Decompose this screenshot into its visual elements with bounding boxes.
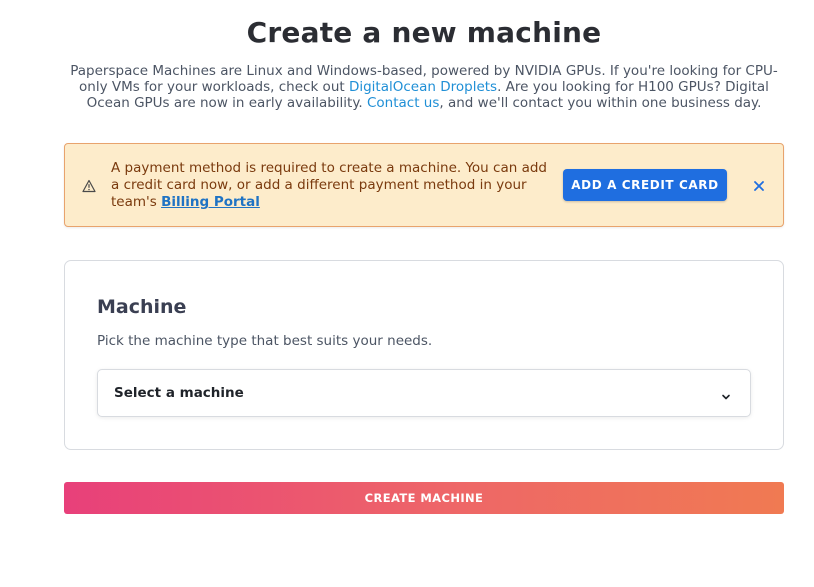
machine-section-subtitle: Pick the machine type that best suits yo… (97, 333, 433, 349)
add-credit-card-button[interactable]: ADD A CREDIT CARD (563, 169, 727, 201)
contact-us-link[interactable]: Contact us (367, 95, 439, 111)
digitalocean-droplets-link[interactable]: DigitalOcean Droplets (349, 79, 497, 95)
page-title: Create a new machine (246, 16, 602, 49)
close-icon[interactable] (751, 178, 767, 194)
payment-warning-alert: A payment method is required to create a… (64, 143, 784, 227)
machine-select-value: Select a machine (114, 385, 244, 401)
billing-portal-link[interactable]: Billing Portal (161, 194, 260, 210)
machine-card: Machine Pick the machine type that best … (64, 260, 784, 450)
chevron-down-icon (720, 388, 732, 400)
alert-message: A payment method is required to create a… (111, 160, 551, 211)
create-machine-button[interactable]: CREATE MACHINE (64, 482, 784, 514)
page-intro: Paperspace Machines are Linux and Window… (60, 63, 788, 111)
machine-select[interactable]: Select a machine (97, 369, 751, 417)
warning-triangle-icon (82, 178, 96, 193)
intro-text-3: , and we'll contact you within one busin… (439, 95, 762, 111)
machine-section-title: Machine (97, 296, 187, 318)
